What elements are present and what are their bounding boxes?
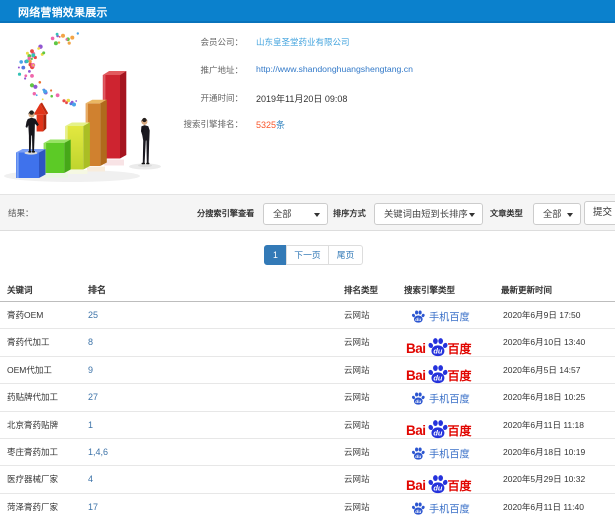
svg-text:du: du — [415, 454, 421, 460]
svg-text:du: du — [433, 483, 443, 492]
svg-text:du: du — [415, 399, 421, 405]
svg-text:du: du — [415, 509, 421, 515]
svg-text:du: du — [433, 374, 443, 383]
svg-text:du: du — [433, 346, 443, 355]
svg-text:du: du — [415, 317, 421, 323]
svg-text:du: du — [433, 428, 443, 437]
